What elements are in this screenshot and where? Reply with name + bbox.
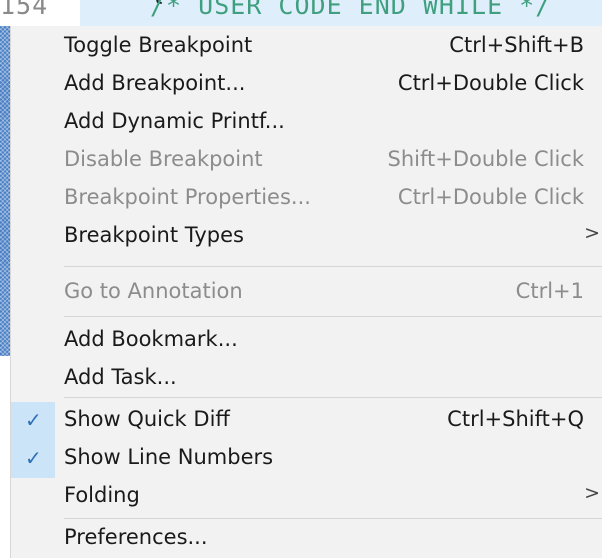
check-cell: ✓ bbox=[11, 402, 55, 440]
menu-item-label: Add Bookmark... bbox=[64, 327, 238, 351]
code-comment: /* USER CODE END WHILE */ bbox=[150, 0, 552, 20]
menu-item-shortcut: Ctrl+Shift+B bbox=[449, 33, 584, 57]
menu-item-breakpoint-types[interactable]: Breakpoint Types > bbox=[11, 218, 602, 256]
menu-item-shortcut: Ctrl+Double Click bbox=[397, 185, 584, 209]
menu-item-disable-breakpoint: Disable Breakpoint Shift+Double Click bbox=[11, 142, 602, 180]
screenshot: 154 { /* USER CODE END WHILE */ Toggle B… bbox=[0, 0, 602, 558]
menu-item-label: Preferences... bbox=[64, 525, 208, 549]
menu-item-label: Add Breakpoint... bbox=[64, 71, 246, 95]
menu-item-go-to-annotation: Go to Annotation Ctrl+1 bbox=[11, 274, 602, 312]
menu-item-show-quick-diff[interactable]: ✓ Show Quick Diff Ctrl+Shift+Q bbox=[11, 402, 602, 440]
menu-item-shortcut: Ctrl+Shift+Q bbox=[447, 407, 584, 431]
menu-item-shortcut: Ctrl+Double Click bbox=[397, 71, 584, 95]
menu-item-add-task[interactable]: Add Task... bbox=[11, 360, 602, 398]
menu-item-folding[interactable]: Folding > bbox=[11, 478, 602, 516]
menu-item-label: Folding bbox=[64, 483, 140, 507]
context-menu: Toggle Breakpoint Ctrl+Shift+B Add Break… bbox=[10, 26, 602, 558]
checkmark-icon: ✓ bbox=[25, 408, 42, 432]
menu-item-label: Show Quick Diff bbox=[64, 407, 230, 431]
check-cell: ✓ bbox=[11, 440, 55, 478]
menu-item-shortcut: Shift+Double Click bbox=[387, 147, 584, 171]
menu-item-toggle-breakpoint[interactable]: Toggle Breakpoint Ctrl+Shift+B bbox=[11, 28, 602, 66]
menu-item-shortcut: Ctrl+1 bbox=[515, 279, 584, 303]
submenu-arrow-icon: > bbox=[584, 482, 600, 504]
menu-item-label: Show Line Numbers bbox=[64, 445, 274, 469]
menu-item-add-dynamic-printf[interactable]: Add Dynamic Printf... bbox=[11, 104, 602, 142]
menu-item-label: Go to Annotation bbox=[64, 279, 243, 303]
submenu-arrow-icon: > bbox=[584, 222, 600, 244]
menu-item-label: Breakpoint Properties... bbox=[64, 185, 311, 209]
menu-item-label: Add Task... bbox=[64, 365, 177, 389]
menu-separator bbox=[64, 397, 602, 398]
menu-item-breakpoint-properties: Breakpoint Properties... Ctrl+Double Cli… bbox=[11, 180, 602, 218]
menu-item-add-breakpoint[interactable]: Add Breakpoint... Ctrl+Double Click bbox=[11, 66, 602, 104]
line-number: 154 bbox=[0, 0, 49, 20]
code-editor[interactable]: 154 { /* USER CODE END WHILE */ bbox=[0, 0, 602, 26]
menu-item-label: Disable Breakpoint bbox=[64, 147, 263, 171]
menu-separator bbox=[64, 316, 602, 317]
checkmark-icon: ✓ bbox=[25, 446, 42, 470]
editor-ruler bbox=[0, 26, 10, 356]
menu-separator bbox=[64, 518, 602, 519]
menu-item-show-line-numbers[interactable]: ✓ Show Line Numbers bbox=[11, 440, 602, 478]
menu-item-label: Add Dynamic Printf... bbox=[64, 109, 285, 133]
menu-item-label: Toggle Breakpoint bbox=[64, 33, 253, 57]
menu-item-label: Breakpoint Types bbox=[64, 223, 244, 247]
menu-item-add-bookmark[interactable]: Add Bookmark... bbox=[11, 322, 602, 360]
menu-item-preferences[interactable]: Preferences... bbox=[11, 520, 602, 558]
menu-separator bbox=[64, 266, 602, 267]
